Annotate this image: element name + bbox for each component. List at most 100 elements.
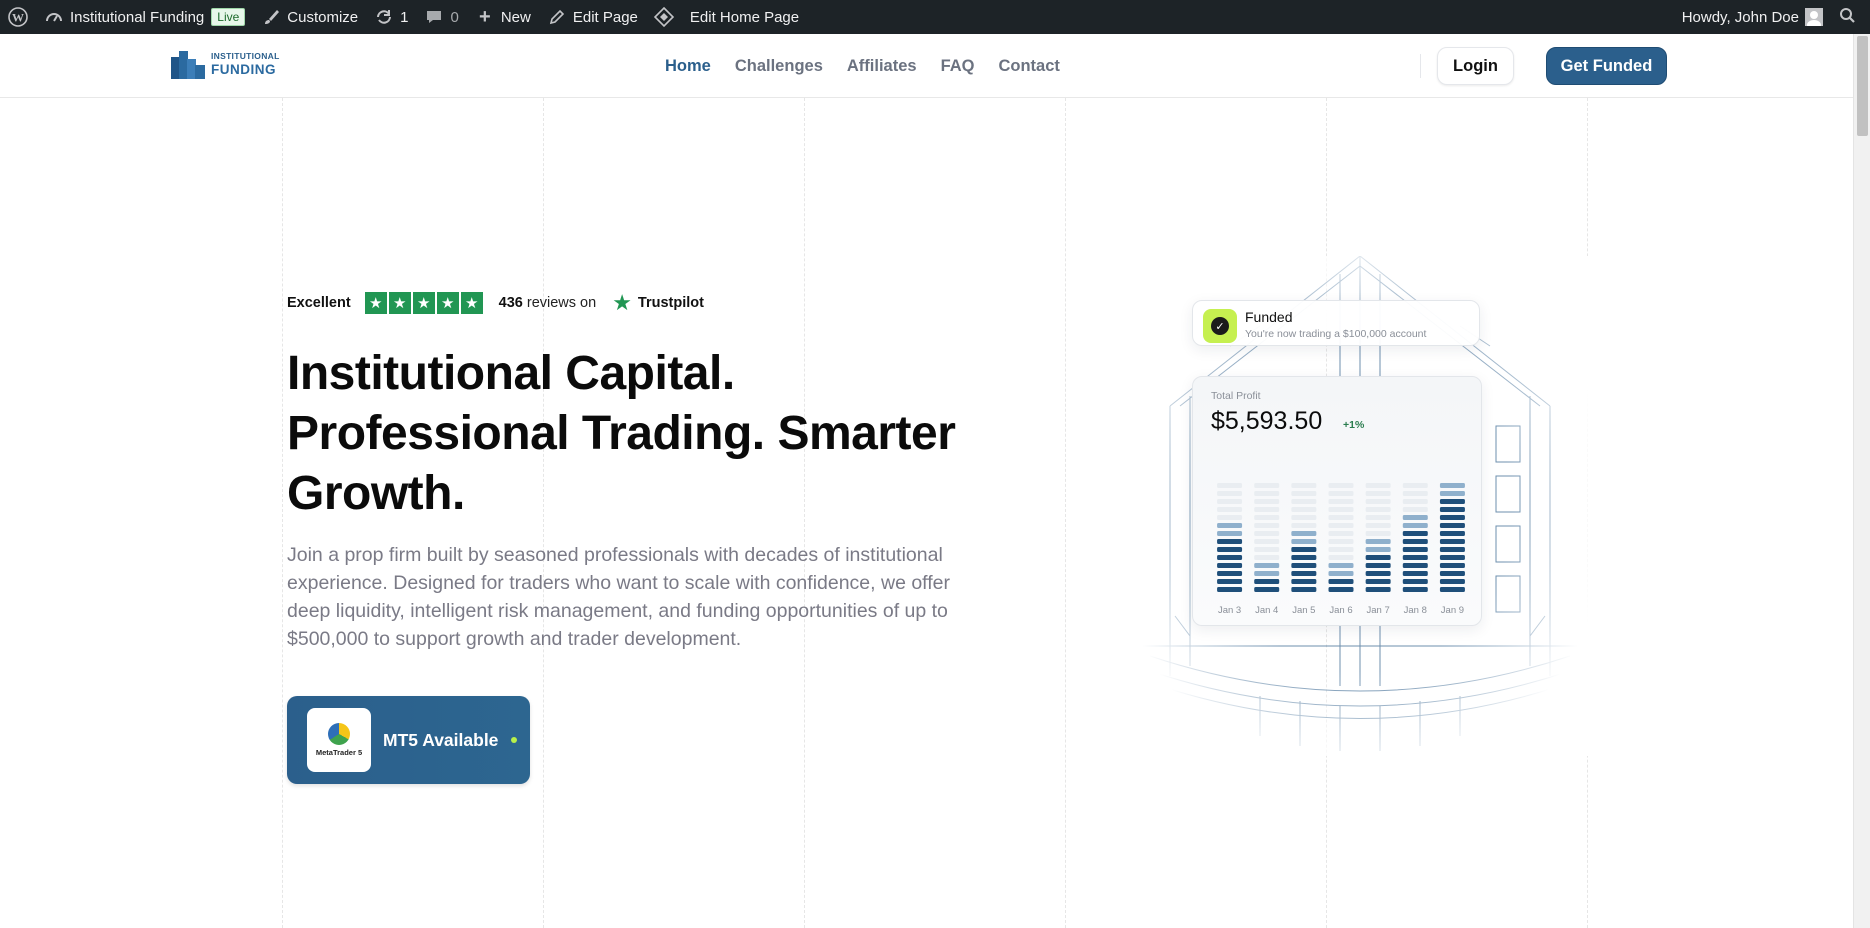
bar-segment bbox=[1402, 579, 1428, 584]
x-tick-label: Jan 7 bbox=[1366, 605, 1390, 616]
bar-segment bbox=[1254, 483, 1280, 488]
comments-link[interactable]: 0 bbox=[416, 0, 466, 34]
chart-bar bbox=[1439, 483, 1465, 592]
bar-segment bbox=[1254, 507, 1280, 512]
bar-segment bbox=[1402, 587, 1428, 592]
bar-segment bbox=[1217, 539, 1243, 544]
bar-segment bbox=[1291, 579, 1317, 584]
greeting: Howdy, John Doe bbox=[1681, 8, 1799, 26]
new-content-link[interactable]: + New bbox=[467, 0, 539, 34]
hero-illustration: ✓ Funded You're now trading a $100,000 a… bbox=[1130, 256, 1590, 756]
x-tick-label: Jan 3 bbox=[1217, 605, 1242, 616]
star-icon: ★ bbox=[436, 292, 459, 314]
bar-segment bbox=[1217, 515, 1243, 520]
bar-segment bbox=[1328, 547, 1354, 552]
check-badge: ✓ bbox=[1203, 309, 1237, 343]
bar-segment bbox=[1217, 547, 1243, 552]
bar-segment bbox=[1254, 587, 1280, 592]
bar-segment bbox=[1439, 515, 1465, 520]
site-name-menu[interactable]: Institutional Funding Live bbox=[36, 0, 253, 34]
customize-link[interactable]: Customize bbox=[253, 0, 366, 34]
bar-segment bbox=[1291, 499, 1317, 504]
nav-faq[interactable]: FAQ bbox=[941, 57, 975, 76]
bar-segment bbox=[1217, 483, 1243, 488]
get-funded-button[interactable]: Get Funded bbox=[1546, 47, 1667, 85]
pencil-icon bbox=[547, 7, 567, 27]
edit-page-link[interactable]: Edit Page bbox=[539, 0, 646, 34]
search-button[interactable] bbox=[1831, 0, 1870, 34]
bar-segment bbox=[1254, 571, 1280, 576]
header-divider bbox=[1420, 54, 1421, 78]
page-scrollbar[interactable] bbox=[1853, 34, 1870, 928]
bar-segment bbox=[1402, 507, 1428, 512]
chart-bar bbox=[1328, 483, 1354, 592]
profit-value: $5,593.50 bbox=[1211, 407, 1323, 435]
bar-segment bbox=[1328, 507, 1354, 512]
profit-bar-chart bbox=[1217, 483, 1465, 592]
scrollbar-thumb[interactable] bbox=[1857, 36, 1868, 136]
hero-subtitle: Join a prop firm built by seasoned profe… bbox=[287, 544, 950, 650]
bar-segment bbox=[1365, 523, 1391, 528]
bar-segment bbox=[1328, 539, 1354, 544]
updates-link[interactable]: 1 bbox=[366, 0, 416, 34]
bar-segment bbox=[1254, 563, 1280, 568]
bar-segment bbox=[1328, 491, 1354, 496]
bar-segment bbox=[1254, 531, 1280, 536]
bar-segment bbox=[1365, 547, 1391, 552]
bar-segment bbox=[1365, 515, 1391, 520]
site-logo[interactable]: INSTITUTIONAL FUNDING bbox=[171, 49, 280, 79]
metatrader-caption: MetaTrader 5 bbox=[315, 748, 363, 757]
profit-change: +1% bbox=[1343, 419, 1365, 431]
logo-line1: INSTITUTIONAL bbox=[211, 51, 280, 61]
bar-segment bbox=[1328, 531, 1354, 536]
bar-segment bbox=[1291, 547, 1317, 552]
bar-segment bbox=[1254, 555, 1280, 560]
bar-segment bbox=[1217, 571, 1243, 576]
bar-segment bbox=[1402, 539, 1428, 544]
metatrader-logo: MetaTrader 5 bbox=[307, 708, 371, 772]
bar-segment bbox=[1439, 555, 1465, 560]
bar-segment bbox=[1217, 499, 1243, 504]
bar-segment bbox=[1291, 587, 1317, 592]
bar-segment bbox=[1291, 507, 1317, 512]
guide-line bbox=[282, 98, 283, 928]
bar-segment bbox=[1402, 515, 1428, 520]
wordpress-logo-icon[interactable]: W bbox=[0, 0, 36, 34]
chart-bar bbox=[1402, 483, 1428, 592]
reviews-text: reviews on bbox=[526, 295, 597, 311]
checkmark-icon: ✓ bbox=[1211, 317, 1229, 335]
bar-segment bbox=[1402, 571, 1428, 576]
bar-segment bbox=[1254, 499, 1280, 504]
metatrader-icon bbox=[328, 723, 350, 745]
nav-home[interactable]: Home bbox=[665, 57, 711, 76]
account-menu[interactable]: Howdy, John Doe bbox=[1674, 0, 1831, 34]
bar-segment bbox=[1254, 491, 1280, 496]
status-dot bbox=[511, 737, 518, 743]
mt5-available-button[interactable]: MetaTrader 5 MT5 Available bbox=[287, 696, 530, 784]
trustpilot-brand: Trustpilot bbox=[637, 295, 704, 311]
bar-segment bbox=[1365, 555, 1391, 560]
bar-segment bbox=[1439, 523, 1465, 528]
bar-segment bbox=[1439, 491, 1465, 496]
bar-segment bbox=[1439, 507, 1465, 512]
bar-segment bbox=[1291, 491, 1317, 496]
bar-segment bbox=[1291, 523, 1317, 528]
bar-segment bbox=[1217, 507, 1243, 512]
nav-challenges[interactable]: Challenges bbox=[735, 57, 823, 76]
trustpilot-rating[interactable]: Excellent ★ ★ ★ ★ ★ 436 reviews on ★ Tru… bbox=[287, 292, 704, 314]
nav-affiliates[interactable]: Affiliates bbox=[847, 57, 917, 76]
main-nav: Home Challenges Affiliates FAQ Contact bbox=[665, 34, 1060, 98]
logo-mark-icon bbox=[171, 49, 205, 79]
bar-segment bbox=[1328, 499, 1354, 504]
bar-segment bbox=[1291, 555, 1317, 560]
plus-icon: + bbox=[478, 5, 491, 28]
bar-segment bbox=[1365, 571, 1391, 576]
bar-segment bbox=[1365, 539, 1391, 544]
mt5-label: MT5 Available bbox=[383, 729, 499, 750]
edit-home-page-link[interactable]: Edit Home Page bbox=[646, 0, 807, 34]
nav-contact[interactable]: Contact bbox=[998, 57, 1059, 76]
bar-segment bbox=[1439, 587, 1465, 592]
login-button[interactable]: Login bbox=[1437, 47, 1514, 85]
bar-segment bbox=[1291, 483, 1317, 488]
profit-label: Total Profit bbox=[1211, 390, 1261, 402]
